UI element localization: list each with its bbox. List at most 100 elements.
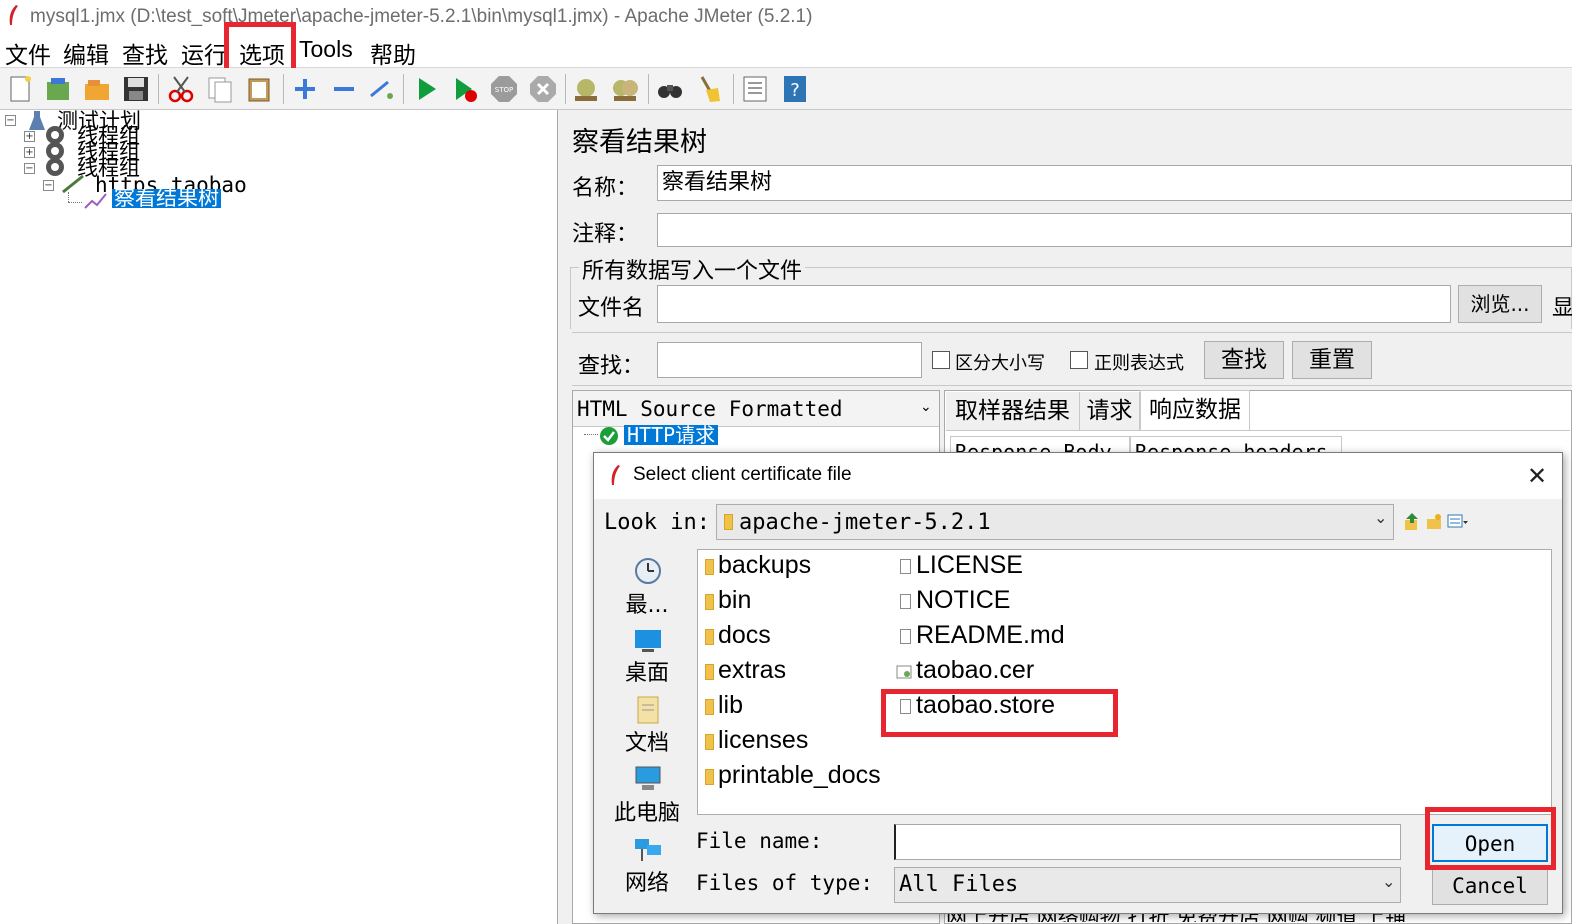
help-icon[interactable]: ?	[780, 74, 810, 104]
collapse-all-icon[interactable]	[329, 74, 359, 104]
name-label: 名称：	[572, 176, 639, 201]
desktop-icon	[635, 630, 661, 652]
files-of-type-label: Files of type:	[696, 871, 874, 895]
toolbar: STOP ?	[0, 68, 1572, 110]
remote-start-icon[interactable]	[571, 74, 601, 104]
recent-clock-icon	[635, 558, 661, 584]
folder-icon	[705, 629, 714, 645]
shutdown-icon[interactable]	[528, 74, 558, 104]
tab-sampler-result[interactable]: 取样器结果	[946, 392, 1080, 430]
start-no-timers-icon[interactable]	[450, 74, 480, 104]
search-binoculars-icon[interactable]	[655, 74, 685, 104]
menu-file[interactable]: 文件	[5, 36, 51, 70]
place-network[interactable]: 网络	[607, 865, 687, 897]
regex-checkbox[interactable]	[1070, 351, 1088, 369]
network-icon	[635, 839, 661, 861]
open-button-highlight	[1425, 807, 1556, 870]
menu-run[interactable]: 运行	[181, 36, 227, 70]
place-recent[interactable]: 最...	[607, 587, 687, 619]
view-menu-icon[interactable]	[1447, 513, 1469, 529]
expand-toggle[interactable]: +	[24, 131, 35, 142]
folder-icon	[705, 664, 714, 680]
graph-listener-icon	[84, 193, 107, 209]
copy-icon[interactable]	[205, 74, 235, 104]
start-icon[interactable]	[411, 74, 441, 104]
open-icon[interactable]	[82, 74, 112, 104]
folder-item[interactable]: bin	[718, 586, 751, 615]
cut-icon[interactable]	[166, 74, 196, 104]
menu-help[interactable]: 帮助	[370, 36, 416, 70]
remote-start-all-icon[interactable]	[610, 74, 640, 104]
clear-broom-icon[interactable]	[694, 74, 724, 104]
tree-connector	[68, 192, 69, 202]
folder-item[interactable]: printable_docs	[718, 761, 881, 790]
expand-all-icon[interactable]	[290, 74, 320, 104]
place-desktop[interactable]: 桌面	[607, 655, 687, 687]
menu-edit[interactable]: 编辑	[63, 36, 109, 70]
expand-toggle[interactable]: +	[24, 147, 35, 158]
svg-text:?: ?	[790, 80, 800, 101]
collapse-toggle[interactable]: −	[43, 180, 54, 191]
folder-item[interactable]: backups	[718, 551, 811, 580]
find-button[interactable]: 查找	[1204, 341, 1284, 379]
new-icon[interactable]	[5, 74, 35, 104]
search-input[interactable]	[657, 342, 922, 378]
browse-button[interactable]: 浏览...	[1458, 285, 1542, 323]
pipette-icon	[62, 174, 84, 194]
files-of-type-select[interactable]: All Files	[894, 867, 1401, 903]
comment-input[interactable]	[657, 213, 1572, 247]
menu-search[interactable]: 查找	[122, 36, 168, 70]
new-folder-icon[interactable]	[1426, 513, 1442, 531]
test-plan-tree: − 测试计划 + 线程组 + 线程组 − 线程组 − https_taobao …	[0, 110, 558, 924]
place-documents[interactable]: 文档	[607, 725, 687, 757]
save-icon[interactable]	[121, 74, 151, 104]
toggle-icon[interactable]	[366, 74, 396, 104]
place-this-pc[interactable]: 此电脑	[607, 795, 687, 827]
tab-response-data-active[interactable]: 响应数据	[1140, 390, 1250, 430]
documents-icon	[637, 696, 659, 724]
tree-node-listener-selected[interactable]: 察看结果树	[112, 189, 221, 208]
file-icon	[900, 594, 911, 609]
collapse-toggle[interactable]: −	[5, 115, 16, 126]
templates-icon[interactable]	[43, 74, 73, 104]
file-item[interactable]: taobao.cer	[916, 656, 1034, 685]
stop-icon[interactable]: STOP	[489, 74, 519, 104]
paste-icon[interactable]	[244, 74, 274, 104]
up-folder-icon[interactable]	[1404, 513, 1420, 531]
toolbar-separator	[733, 74, 734, 104]
toolbar-separator	[158, 74, 159, 104]
tab-request[interactable]: 请求	[1080, 392, 1140, 430]
folder-item[interactable]: docs	[718, 621, 771, 650]
function-helper-icon[interactable]	[740, 74, 770, 104]
chevron-down-icon: ⌄	[920, 399, 932, 415]
regex-label: 正则表达式	[1094, 353, 1184, 374]
window-title: mysql1.jmx (D:\test_soft\Jmeter\apache-j…	[30, 6, 813, 27]
filename-label: 文件名	[578, 296, 645, 321]
folder-item[interactable]: lib	[718, 691, 743, 720]
places-bar: 最... 桌面 文档 此电脑 网络	[604, 549, 692, 909]
reset-button[interactable]: 重置	[1292, 341, 1372, 379]
folder-icon	[705, 559, 714, 575]
tab-divider	[946, 430, 1570, 431]
file-name-label: File name:	[696, 829, 823, 853]
folder-item[interactable]: licenses	[718, 726, 808, 755]
cancel-button[interactable]: Cancel	[1432, 867, 1548, 905]
toolbar-separator	[403, 74, 404, 104]
folder-item[interactable]: extras	[718, 656, 786, 685]
folder-icon	[705, 594, 714, 610]
case-sensitive-checkbox[interactable]	[932, 351, 950, 369]
file-name-input[interactable]	[894, 824, 1401, 860]
renderer-select[interactable]: HTML Source Formatted	[573, 391, 939, 427]
file-item[interactable]: README.md	[916, 621, 1065, 650]
menu-tools[interactable]: Tools	[299, 36, 353, 63]
collapse-toggle[interactable]: −	[24, 163, 35, 174]
dialog-title-bar: Select client certificate file ✕	[594, 453, 1562, 499]
result-item-selected[interactable]: HTTP请求	[624, 425, 719, 445]
name-input[interactable]: 察看结果树	[657, 165, 1572, 201]
file-item[interactable]: NOTICE	[916, 586, 1010, 615]
filename-input[interactable]	[657, 285, 1451, 323]
close-icon[interactable]: ✕	[1514, 459, 1560, 493]
look-in-label: Look in:	[604, 510, 710, 535]
file-item[interactable]: LICENSE	[916, 551, 1023, 580]
select-certificate-dialog: Select client certificate file ✕ Look in…	[593, 452, 1563, 914]
